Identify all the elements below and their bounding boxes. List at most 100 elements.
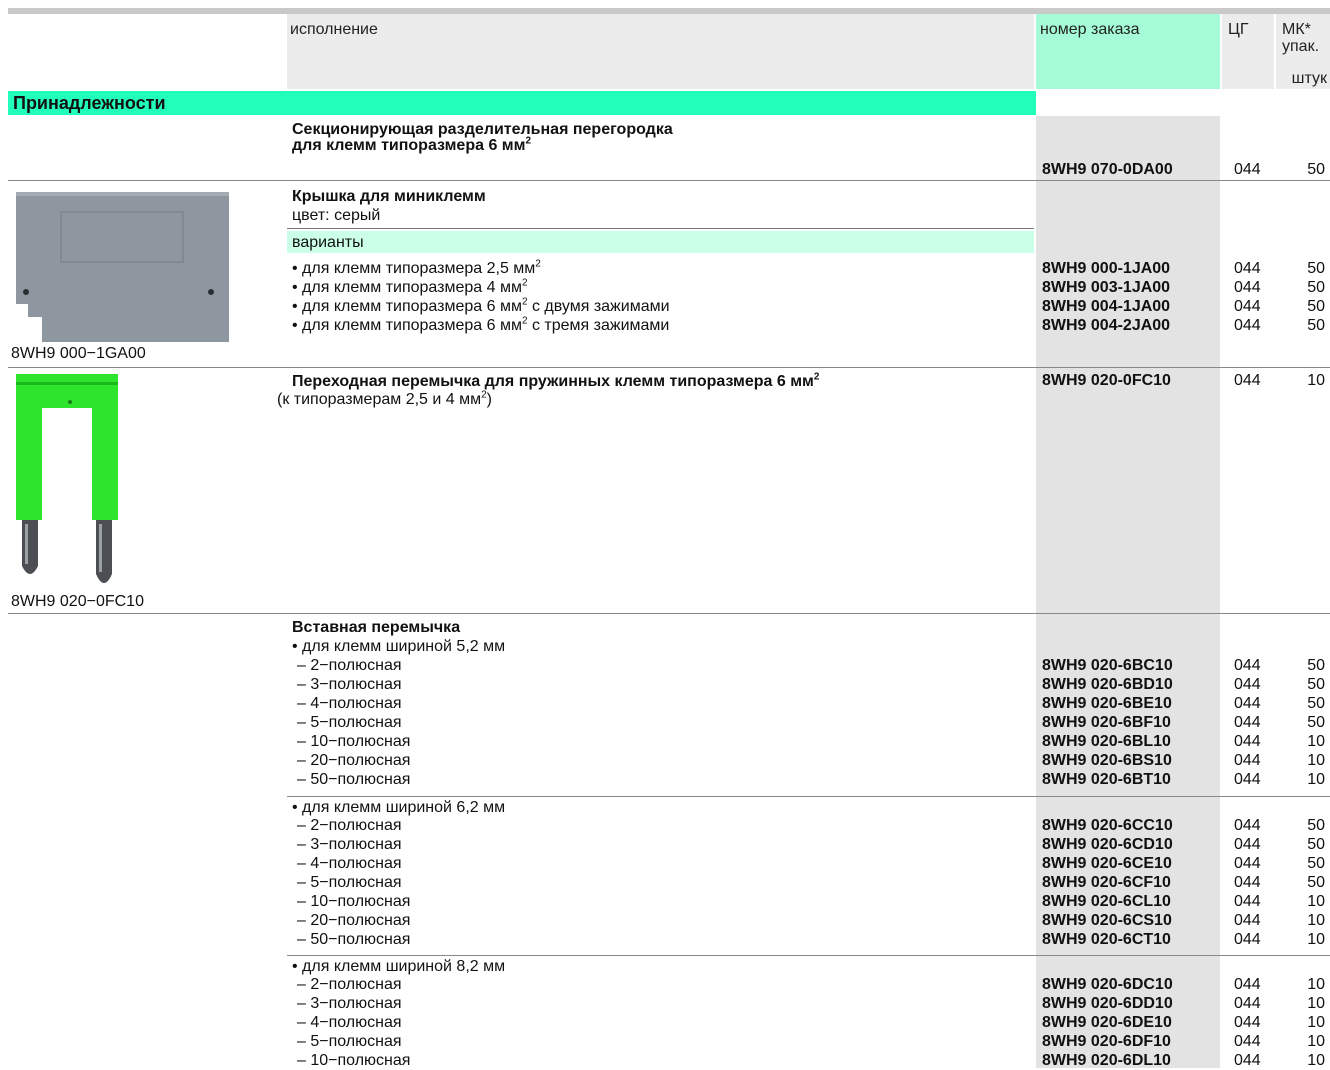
item3-mk: 10 bbox=[1307, 372, 1325, 389]
order-code: 8WH9 020-6DL10 bbox=[1042, 1052, 1171, 1069]
item1-cg: 044 bbox=[1234, 161, 1261, 178]
order-code: 8WH9 020-6DE10 bbox=[1042, 1014, 1172, 1031]
cg-value: 044 bbox=[1234, 817, 1261, 834]
item2-variant-list: • для клемм типоразмера 2,5 мм2 • для кл… bbox=[292, 259, 670, 335]
pole-row: – 5−полюсная bbox=[297, 714, 402, 731]
pole-row: – 3−полюсная bbox=[297, 836, 402, 853]
item1-mk: 50 bbox=[1307, 161, 1325, 178]
cg-value: 044 bbox=[1234, 1033, 1261, 1050]
mk-value: 50 bbox=[1307, 279, 1325, 296]
mk-value: 10 bbox=[1307, 1052, 1325, 1069]
order-code: 8WH9 020-6BL10 bbox=[1042, 733, 1171, 750]
variants-label: варианты bbox=[292, 234, 364, 251]
row-divider bbox=[8, 367, 1330, 368]
order-code: 8WH9 020-6BT10 bbox=[1042, 771, 1171, 788]
cg-value: 044 bbox=[1234, 752, 1261, 769]
group2-cg: 044 044 044 044 044 044 044 bbox=[1234, 816, 1261, 949]
order-code: 8WH9 000-1JA00 bbox=[1042, 260, 1171, 277]
group1-rows: – 2−полюсная – 3−полюсная – 4−полюсная –… bbox=[297, 656, 410, 789]
item2-cg: 044 044 044 044 bbox=[1234, 259, 1261, 335]
mk-value: 50 bbox=[1307, 260, 1325, 277]
header-execution-cell bbox=[287, 14, 1034, 89]
header-cg: ЦГ bbox=[1228, 21, 1249, 38]
cg-value: 044 bbox=[1234, 931, 1261, 948]
cg-value: 044 bbox=[1234, 298, 1261, 315]
variants-divider bbox=[287, 228, 1034, 229]
item1-title-line2: для клемм типоразмера 6 мм2 bbox=[292, 135, 532, 154]
pole-row: – 10−полюсная bbox=[297, 733, 411, 750]
item1-order-code: 8WH9 070-0DA00 bbox=[1042, 161, 1173, 178]
cover-image-caption: 8WH9 000−1GA00 bbox=[11, 345, 146, 362]
pole-row: – 10−полюсная bbox=[297, 893, 411, 910]
pole-row: – 2−полюсная bbox=[297, 657, 402, 674]
cg-value: 044 bbox=[1234, 912, 1261, 929]
pole-row: – 3−полюсная bbox=[297, 676, 402, 693]
cg-value: 044 bbox=[1234, 695, 1261, 712]
order-code: 8WH9 020-6CE10 bbox=[1042, 855, 1172, 872]
pole-row: – 2−полюсная bbox=[297, 976, 402, 993]
pole-row: – 50−полюсная bbox=[297, 931, 411, 948]
pole-row: – 50−полюсная bbox=[297, 771, 411, 788]
cg-value: 044 bbox=[1234, 836, 1261, 853]
order-code: 8WH9 020-6BE10 bbox=[1042, 695, 1172, 712]
order-code: 8WH9 020-6CT10 bbox=[1042, 931, 1171, 948]
order-code: 8WH9 020-6CF10 bbox=[1042, 874, 1171, 891]
order-code: 8WH9 020-6CC10 bbox=[1042, 817, 1173, 834]
header-mk-line1: МК* bbox=[1282, 21, 1311, 38]
cg-value: 044 bbox=[1234, 733, 1261, 750]
item2-mk: 50 50 50 50 bbox=[1280, 259, 1325, 335]
variant-row: • для клемм типоразмера 6 мм2 с двумя за… bbox=[292, 296, 670, 315]
item2-title: Крышка для миниклемм bbox=[292, 188, 486, 205]
cg-value: 044 bbox=[1234, 1052, 1261, 1069]
group-label: • для клемм шириной 5,2 мм bbox=[292, 638, 506, 655]
order-code: 8WH9 020-6CL10 bbox=[1042, 893, 1171, 910]
jumper-image bbox=[16, 374, 120, 592]
header-order-number: номер заказа bbox=[1040, 21, 1140, 38]
mk-value: 10 bbox=[1307, 976, 1325, 993]
mk-value: 10 bbox=[1307, 1033, 1325, 1050]
item3-order-code: 8WH9 020-0FC10 bbox=[1042, 372, 1171, 389]
group1-codes: 8WH9 020-6BC10 8WH9 020-6BD10 8WH9 020-6… bbox=[1042, 656, 1173, 789]
group-divider bbox=[287, 796, 1330, 797]
group-label: • для клемм шириной 8,2 мм bbox=[292, 958, 506, 975]
order-code: 8WH9 020-6DF10 bbox=[1042, 1033, 1171, 1050]
mk-value: 10 bbox=[1307, 995, 1325, 1012]
mk-value: 50 bbox=[1307, 874, 1325, 891]
pole-row: – 4−полюсная bbox=[297, 1014, 402, 1031]
mk-value: 50 bbox=[1307, 855, 1325, 872]
item3-title: Переходная перемычка для пружинных клемм… bbox=[292, 371, 820, 390]
cg-value: 044 bbox=[1234, 279, 1261, 296]
group-label: • для клемм шириной 6,2 мм bbox=[292, 799, 506, 816]
pole-row: – 4−полюсная bbox=[297, 855, 402, 872]
order-code: 8WH9 020-6DC10 bbox=[1042, 976, 1173, 993]
cg-value: 044 bbox=[1234, 714, 1261, 731]
row-divider bbox=[8, 613, 1330, 614]
pole-row: – 20−полюсная bbox=[297, 752, 411, 769]
order-code: 8WH9 020-6BS10 bbox=[1042, 752, 1172, 769]
mk-value: 50 bbox=[1307, 657, 1325, 674]
pole-row: – 4−полюсная bbox=[297, 695, 402, 712]
cg-value: 044 bbox=[1234, 855, 1261, 872]
variant-row: • для клемм типоразмера 4 мм2 bbox=[292, 277, 528, 296]
mk-value: 50 bbox=[1307, 836, 1325, 853]
cg-value: 044 bbox=[1234, 676, 1261, 693]
order-code: 8WH9 020-6DD10 bbox=[1042, 995, 1173, 1012]
group1-mk: 50 50 50 50 10 10 10 bbox=[1280, 656, 1325, 789]
cg-value: 044 bbox=[1234, 1014, 1261, 1031]
cg-value: 044 bbox=[1234, 976, 1261, 993]
cg-value: 044 bbox=[1234, 771, 1261, 788]
group3-rows: – 2−полюсная – 3−полюсная – 4−полюсная –… bbox=[297, 975, 410, 1070]
group2-codes: 8WH9 020-6CC10 8WH9 020-6CD10 8WH9 020-6… bbox=[1042, 816, 1173, 949]
pole-row: – 3−полюсная bbox=[297, 995, 402, 1012]
item2-codes: 8WH9 000-1JA00 8WH9 003-1JA00 8WH9 004-1… bbox=[1042, 259, 1170, 335]
item2-subtitle: цвет: серый bbox=[292, 207, 381, 224]
pole-row: – 20−полюсная bbox=[297, 912, 411, 929]
group2-rows: – 2−полюсная – 3−полюсная – 4−полюсная –… bbox=[297, 816, 410, 949]
order-code: 8WH9 020-6CS10 bbox=[1042, 912, 1172, 929]
cover-image bbox=[16, 192, 229, 342]
order-code: 8WH9 020-6BF10 bbox=[1042, 714, 1171, 731]
order-code: 8WH9 020-6CD10 bbox=[1042, 836, 1173, 853]
mk-value: 10 bbox=[1307, 771, 1325, 788]
item3-subtitle: (к типоразмерам 2,5 и 4 мм2) bbox=[277, 389, 492, 408]
order-code: 8WH9 020-6BD10 bbox=[1042, 676, 1173, 693]
